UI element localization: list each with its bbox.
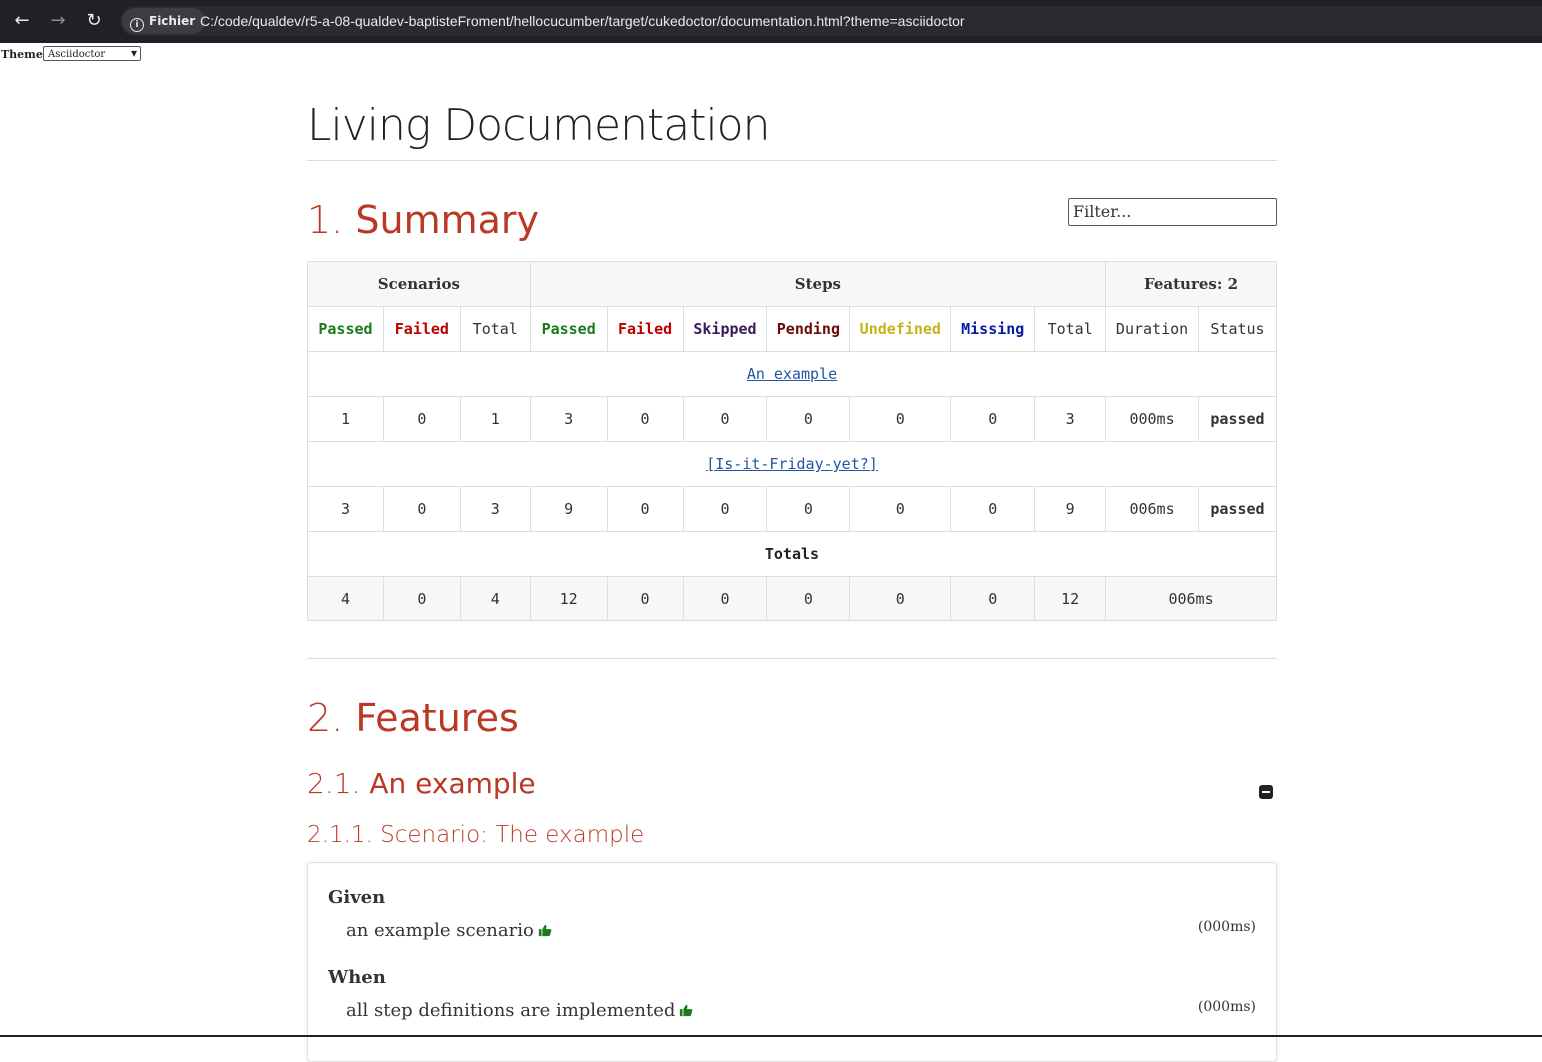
total-cell: 12	[1034, 576, 1107, 621]
total-cell: 0	[766, 576, 851, 621]
col-steps-failed: Failed	[606, 306, 684, 352]
feature-heading-an-example[interactable]: 2.1. An example	[307, 767, 536, 800]
features-group-header: Features: 2	[1105, 261, 1277, 307]
value-cell: 0	[849, 396, 952, 442]
filter-input[interactable]: Filter...	[1068, 198, 1277, 226]
url-text[interactable]: C:/code/qualdev/r5-a-08-qualdev-baptiste…	[200, 6, 965, 36]
value-cell: 3	[459, 486, 531, 532]
forward-arrow-icon[interactable]: →	[46, 8, 70, 34]
col-steps-undefined: Undefined	[849, 306, 952, 352]
total-cell: 0	[950, 576, 1036, 621]
value-cell: 0	[382, 486, 461, 532]
value-cell: 0	[950, 486, 1036, 532]
features-heading-text: Features	[355, 696, 519, 740]
col-duration: Duration	[1105, 306, 1200, 352]
features-heading-number: 2.	[307, 696, 344, 740]
page-title: Living Documentation	[307, 100, 770, 151]
total-cell: 0	[382, 576, 461, 621]
step-keyword-given: Given	[328, 887, 386, 908]
theme-select[interactable]: Asciidoctor	[43, 46, 141, 61]
table-row: 3 0 3 9 0 0 0 0 0 9 006ms passed	[307, 486, 1277, 532]
value-cell: 0	[950, 396, 1036, 442]
value-cell: 0	[606, 396, 684, 442]
site-info-label: Fichier	[149, 14, 196, 28]
scenario-steps-box: Given an example scenario (000ms) When a…	[307, 862, 1277, 1062]
value-cell: 0	[382, 396, 461, 442]
step-duration: (000ms)	[1197, 919, 1256, 935]
value-cell: 1	[307, 396, 384, 442]
summary-table: Scenarios Steps Features: 2 Passed Faile…	[307, 261, 1277, 621]
scenarios-group-header: Scenarios	[307, 261, 531, 307]
total-cell: 0	[682, 576, 768, 621]
totals-row: 4 0 4 12 0 0 0 0 0 12 006ms	[307, 576, 1277, 621]
col-scenarios-total: Total	[459, 306, 531, 352]
steps-group-header: Steps	[529, 261, 1107, 307]
feature-link-an-example[interactable]: An example	[747, 365, 837, 383]
col-scenarios-failed: Failed	[382, 306, 461, 352]
feature-heading-number: 2.1.	[307, 767, 361, 800]
value-cell: 3	[529, 396, 608, 442]
col-steps-pending: Pending	[766, 306, 851, 352]
thumbs-up-icon	[538, 924, 552, 937]
step-text: all step definitions are implemented	[346, 1000, 693, 1021]
step-duration: (000ms)	[1197, 999, 1256, 1015]
value-cell: 3	[307, 486, 384, 532]
title-divider	[307, 160, 1277, 161]
thumbs-up-icon	[680, 1004, 693, 1017]
summary-heading-number: 1.	[307, 198, 344, 242]
feature-heading-text: An example	[369, 767, 536, 800]
col-steps-missing: Missing	[950, 306, 1036, 352]
col-steps-skipped: Skipped	[682, 306, 768, 352]
theme-select-value: Asciidoctor	[48, 49, 106, 60]
duration-cell: 000ms	[1105, 396, 1200, 442]
browser-toolbar: ← → ↻ i Fichier C:/code/qualdev/r5-a-08-q…	[0, 0, 1542, 43]
reload-icon[interactable]: ↻	[82, 8, 106, 34]
scenario-heading[interactable]: 2.1.1. Scenario: The example	[307, 822, 644, 848]
total-cell: 0	[849, 576, 952, 621]
value-cell: 0	[849, 486, 952, 532]
total-cell: 4	[459, 576, 531, 621]
total-cell: 4	[307, 576, 384, 621]
status-badge: passed	[1198, 486, 1277, 532]
col-steps-total: Total	[1034, 306, 1107, 352]
summary-heading-text: Summary	[355, 198, 539, 242]
status-badge: passed	[1198, 396, 1277, 442]
feature-link-row: An example	[307, 351, 1277, 397]
value-cell: 0	[682, 396, 768, 442]
info-icon: i	[130, 18, 144, 32]
scenario-heading-number: 2.1.1.	[307, 822, 373, 848]
step-text-label: all step definitions are implemented	[346, 1000, 676, 1021]
back-arrow-icon[interactable]: ←	[10, 8, 34, 34]
value-cell: 9	[1034, 486, 1107, 532]
feature-link-row: [Is-it-Friday-yet?]	[307, 441, 1277, 487]
total-cell: 12	[529, 576, 608, 621]
value-cell: 9	[529, 486, 608, 532]
collapse-icon[interactable]	[1259, 785, 1273, 799]
value-cell: 3	[1034, 396, 1107, 442]
step-text: an example scenario	[346, 920, 552, 941]
totals-label: Totals	[307, 531, 1277, 577]
site-info-chip[interactable]: i Fichier	[122, 8, 206, 34]
total-duration-cell: 006ms	[1105, 576, 1277, 621]
value-cell: 0	[766, 396, 851, 442]
col-scenarios-passed: Passed	[307, 306, 384, 352]
theme-label: Theme:	[1, 48, 47, 61]
features-heading[interactable]: 2. Features	[307, 696, 519, 740]
col-steps-passed: Passed	[529, 306, 608, 352]
col-status: Status	[1198, 306, 1277, 352]
scenario-heading-text: Scenario: The example	[380, 822, 645, 848]
value-cell: 0	[682, 486, 768, 532]
filter-placeholder: Filter...	[1073, 202, 1132, 221]
summary-heading[interactable]: 1. Summary	[307, 198, 539, 242]
duration-cell: 006ms	[1105, 486, 1200, 532]
value-cell: 0	[766, 486, 851, 532]
value-cell: 0	[606, 486, 684, 532]
table-row: 1 0 1 3 0 0 0 0 0 3 000ms passed	[307, 396, 1277, 442]
value-cell: 1	[459, 396, 531, 442]
section-divider	[307, 658, 1277, 659]
feature-link-is-it-friday-yet[interactable]: [Is-it-Friday-yet?]	[706, 455, 878, 473]
total-cell: 0	[606, 576, 684, 621]
step-keyword-when: When	[328, 967, 386, 988]
step-text-label: an example scenario	[346, 920, 534, 941]
